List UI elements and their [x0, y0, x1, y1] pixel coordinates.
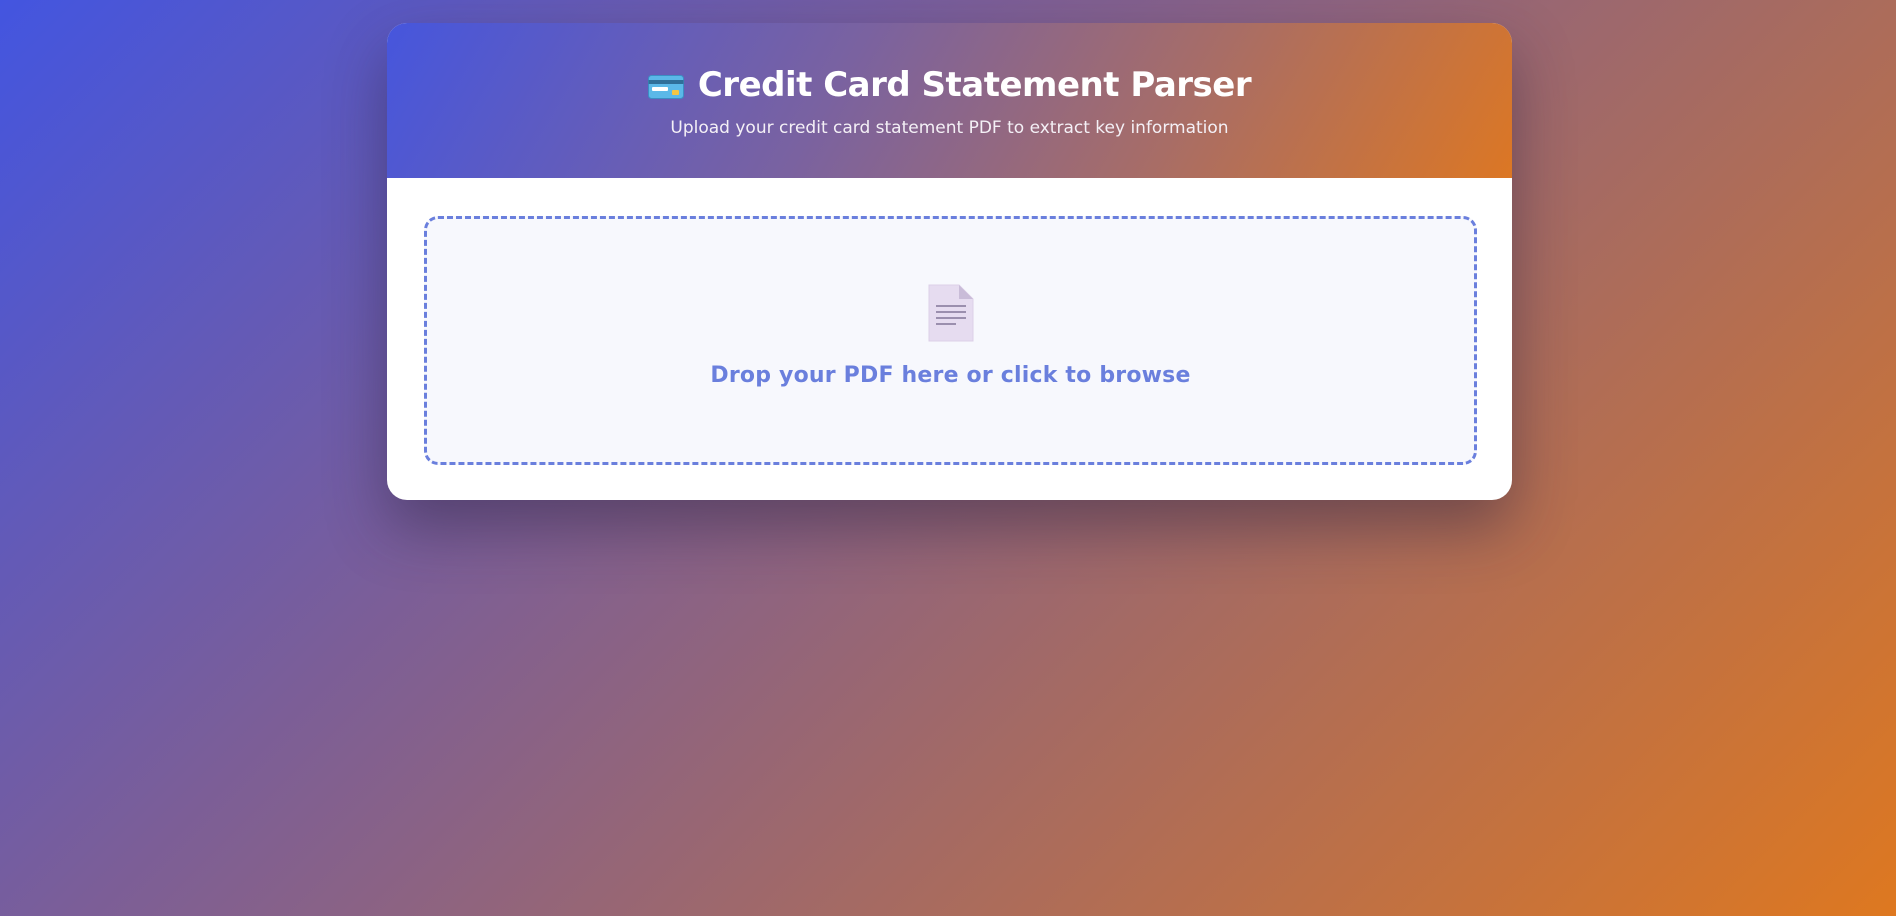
pdf-dropzone[interactable]: Drop your PDF here or click to browse [424, 216, 1477, 465]
title-row: Credit Card Statement Parser [647, 65, 1252, 105]
card-header: Credit Card Statement Parser Upload your… [387, 23, 1512, 178]
parser-card: Credit Card Statement Parser Upload your… [387, 23, 1512, 500]
page-subtitle: Upload your credit card statement PDF to… [670, 118, 1229, 138]
credit-card-icon [647, 75, 684, 99]
document-icon [928, 284, 973, 342]
page-title: Credit Card Statement Parser [697, 65, 1252, 105]
dropzone-prompt: Drop your PDF here or click to browse [710, 363, 1191, 388]
